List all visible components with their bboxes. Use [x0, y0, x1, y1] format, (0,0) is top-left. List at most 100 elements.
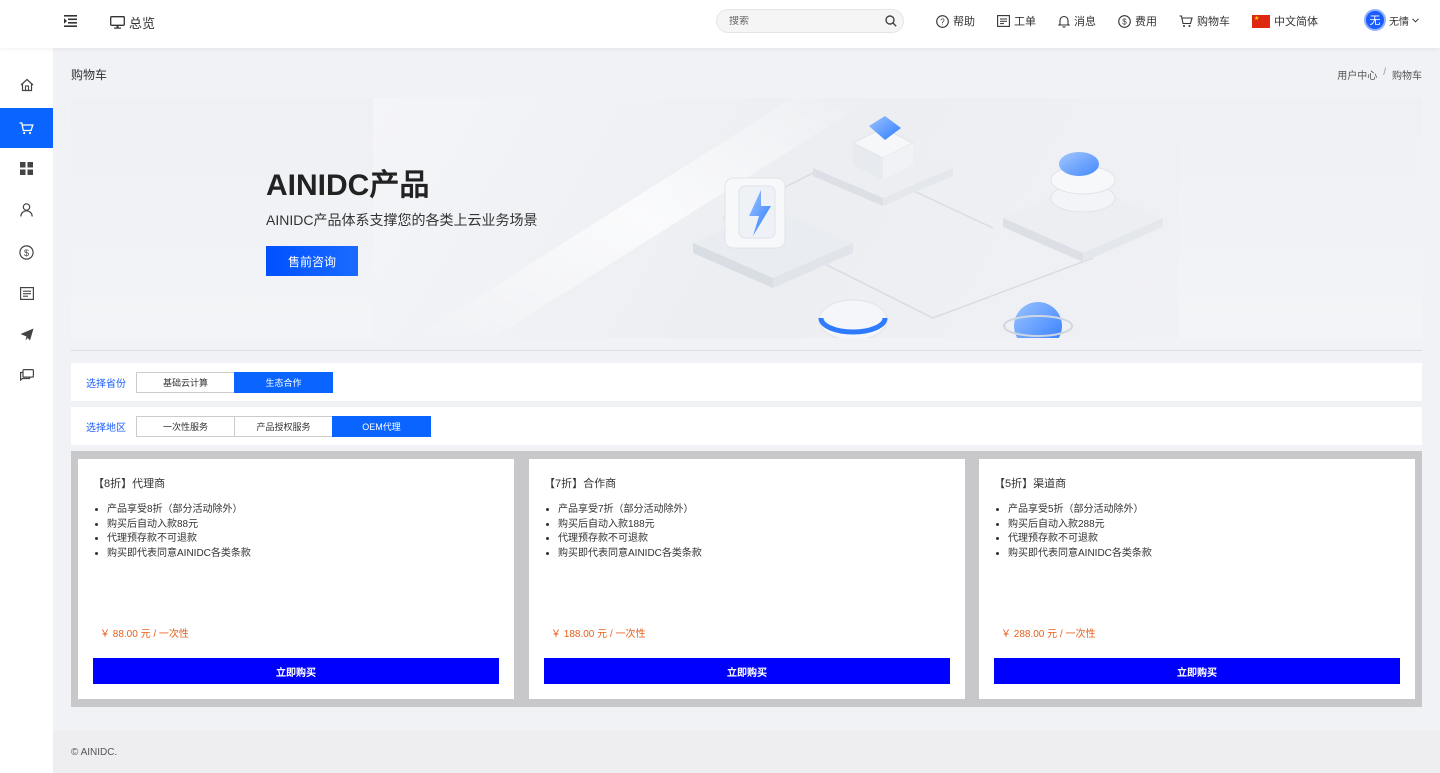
nav-help-label: 帮助 [953, 16, 975, 28]
language-switch[interactable]: ★ 中文简体 [1252, 12, 1318, 30]
product-card: 【8折】代理商 产品享受8折（部分活动除外） 购买后自动入款88元 代理预存款不… [78, 459, 514, 699]
province-option-ecosystem[interactable]: 生态合作 [234, 371, 333, 393]
nav-help[interactable]: ? 帮助 [936, 12, 975, 30]
nav-message-label: 消息 [1074, 16, 1096, 28]
feature-item: 购买即代表同意AINIDC各类条款 [107, 547, 499, 562]
send-icon [20, 328, 33, 340]
banner-subtitle: AINIDC产品体系支撑您的各类上云业务场景 [266, 212, 538, 228]
feature-item: 购买后自动入款188元 [558, 518, 950, 533]
feature-list: 产品享受8折（部分活动除外） 购买后自动入款88元 代理预存款不可退款 购买即代… [93, 503, 499, 561]
buy-now-button[interactable]: 立即购买 [994, 658, 1400, 684]
feature-item: 产品享受8折（部分活动除外） [107, 503, 499, 518]
presales-consult-button[interactable]: 售前咨询 [266, 246, 358, 276]
top-bar: 总览 ? 帮助 工单 消息 $ 费用 购物车 ★ 中文简体 无 [0, 0, 1440, 48]
product-card: 【5折】渠道商 产品享受5折（部分活动除外） 购买后自动入款288元 代理预存款… [979, 459, 1415, 699]
nav-ticket[interactable]: 工单 [997, 12, 1036, 30]
nav-message[interactable]: 消息 [1058, 12, 1096, 30]
search-input[interactable] [729, 15, 885, 27]
dollar-icon: $ [1118, 14, 1131, 28]
user-menu[interactable]: 无 无情 [1364, 9, 1419, 31]
banner-title: AINIDC产品 [266, 169, 430, 202]
chevron-down-icon [1412, 17, 1419, 23]
overview-label: 总览 [129, 16, 156, 31]
sidebar-item-billing[interactable]: $ [0, 232, 53, 272]
footer: © AINIDC. [53, 731, 1440, 773]
feature-list: 产品享受5折（部分活动除外） 购买后自动入款288元 代理预存款不可退款 购买即… [994, 503, 1400, 561]
product-title: 【8折】代理商 [93, 478, 166, 490]
breadcrumb-cart: 购物车 [1392, 71, 1422, 82]
dollar-icon: $ [19, 244, 34, 260]
page-title: 购物车 [71, 68, 108, 82]
region-option-license[interactable]: 产品授权服务 [234, 415, 333, 437]
sidebar: $ [0, 48, 53, 773]
bell-icon [1058, 15, 1070, 28]
monitor-icon [110, 16, 125, 29]
product-price: ￥ 288.00 元 / 一次性 [1001, 629, 1096, 640]
feature-item: 购买后自动入款88元 [107, 518, 499, 533]
breadcrumb-separator: / [1383, 67, 1386, 78]
divider [71, 350, 1422, 351]
user-name: 无情 [1389, 16, 1409, 28]
nav-cart[interactable]: 购物车 [1179, 12, 1230, 30]
feature-item: 代理预存款不可退款 [558, 532, 950, 547]
ticket-icon [997, 15, 1010, 27]
region-filter: 选择地区 一次性服务 产品授权服务 OEM代理 [71, 407, 1422, 445]
nav-cart-label: 购物车 [1197, 16, 1230, 28]
sidebar-item-home[interactable] [0, 65, 53, 105]
home-icon [20, 78, 33, 92]
feature-item: 购买即代表同意AINIDC各类条款 [558, 547, 950, 562]
promo-banner: AINIDC产品 AINIDC产品体系支撑您的各类上云业务场景 售前咨询 [71, 98, 1422, 338]
region-option-one-time[interactable]: 一次性服务 [136, 415, 235, 437]
list-icon [19, 286, 34, 300]
product-card: 【7折】合作商 产品享受7折（部分活动除外） 购买后自动入款188元 代理预存款… [529, 459, 965, 699]
user-icon [20, 203, 33, 217]
nav-billing[interactable]: $ 费用 [1118, 12, 1157, 30]
product-price: ￥ 88.00 元 / 一次性 [100, 629, 189, 640]
sidebar-item-orders[interactable] [0, 273, 53, 313]
sidebar-item-submit[interactable] [0, 314, 53, 354]
copyright: © AINIDC. [71, 747, 118, 758]
cart-icon [19, 121, 34, 134]
province-filter: 选择省份 基础云计算 生态合作 [71, 363, 1422, 401]
help-icon: ? [936, 14, 949, 28]
sidebar-item-products[interactable] [0, 148, 53, 188]
menu-toggle-icon[interactable] [62, 13, 78, 29]
svg-text:?: ? [940, 17, 945, 26]
sidebar-item-account[interactable] [0, 190, 53, 230]
nav-ticket-label: 工单 [1014, 16, 1036, 28]
feature-list: 产品享受7折（部分活动除外） 购买后自动入款188元 代理预存款不可退款 购买即… [544, 503, 950, 561]
cart-icon [1179, 14, 1193, 27]
feature-item: 代理预存款不可退款 [107, 532, 499, 547]
overview-link[interactable]: 总览 [110, 13, 155, 32]
china-flag-icon: ★ [1252, 14, 1270, 28]
language-label: 中文简体 [1274, 16, 1318, 28]
breadcrumb: 用户中心 / 购物车 [1337, 67, 1422, 82]
feature-item: 购买后自动入款288元 [1008, 518, 1400, 533]
province-option-basic-cloud[interactable]: 基础云计算 [136, 371, 235, 393]
top-nav: ? 帮助 工单 消息 $ 费用 购物车 ★ 中文简体 [936, 12, 1340, 30]
province-filter-label: 选择省份 [86, 378, 126, 390]
sidebar-item-cart[interactable] [0, 108, 53, 148]
grid-icon [20, 161, 33, 175]
nav-billing-label: 费用 [1135, 16, 1157, 28]
product-title: 【7折】合作商 [544, 478, 617, 490]
feature-item: 代理预存款不可退款 [1008, 532, 1400, 547]
buy-now-button[interactable]: 立即购买 [544, 658, 950, 684]
chat-icon [19, 368, 34, 381]
feature-item: 购买即代表同意AINIDC各类条款 [1008, 547, 1400, 562]
product-cards: 【8折】代理商 产品享受8折（部分活动除外） 购买后自动入款88元 代理预存款不… [71, 451, 1422, 707]
region-filter-label: 选择地区 [86, 422, 126, 434]
region-option-oem[interactable]: OEM代理 [332, 415, 431, 437]
buy-now-button[interactable]: 立即购买 [93, 658, 499, 684]
sidebar-item-support[interactable] [0, 355, 53, 395]
product-price: ￥ 188.00 元 / 一次性 [551, 629, 646, 640]
feature-item: 产品享受5折（部分活动除外） [1008, 503, 1400, 518]
svg-text:$: $ [1122, 17, 1127, 26]
avatar: 无 [1364, 9, 1386, 31]
feature-item: 产品享受7折（部分活动除外） [558, 503, 950, 518]
product-title: 【5折】渠道商 [994, 478, 1067, 490]
breadcrumb-user-center[interactable]: 用户中心 [1337, 67, 1377, 82]
search-box[interactable] [716, 9, 904, 33]
svg-text:$: $ [24, 248, 29, 258]
search-icon[interactable] [885, 15, 897, 27]
